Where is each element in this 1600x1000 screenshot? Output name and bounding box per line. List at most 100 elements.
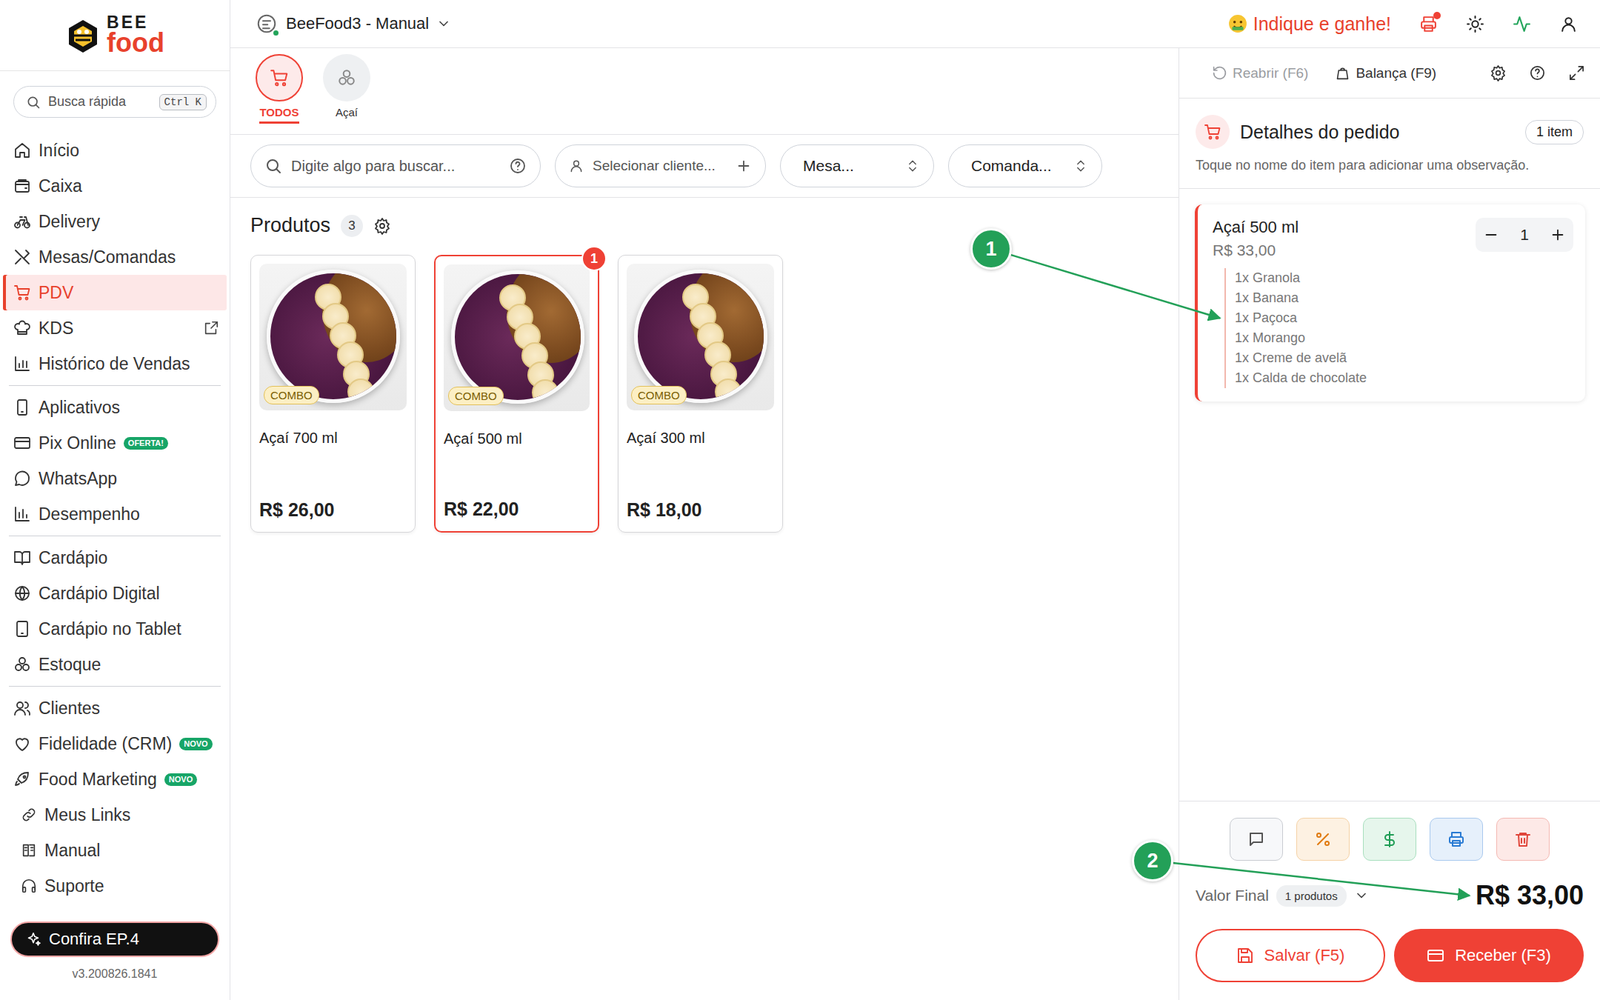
tab-select[interactable]: Comanda... <box>948 144 1103 188</box>
save-button[interactable]: Salvar (F5) <box>1195 928 1386 983</box>
referral-link[interactable]: Indique e ganhe! <box>1228 13 1392 35</box>
sidebar-item-label: Estoque <box>38 654 101 675</box>
cart-icon <box>13 283 32 302</box>
external-icon <box>202 320 220 337</box>
theme-button[interactable] <box>1465 14 1485 34</box>
client-select[interactable]: Selecionar cliente... <box>554 144 766 188</box>
sidebar-item[interactable]: Caixa <box>2 168 227 204</box>
sidebar-link-label: Meus Links <box>44 805 131 826</box>
toolbar-label: Balança (F9) <box>1355 65 1437 82</box>
sidebar-item[interactable]: Aplicativos <box>2 389 227 426</box>
print-button[interactable] <box>1429 817 1483 861</box>
gear-icon <box>373 217 392 235</box>
sun-icon <box>1465 14 1485 34</box>
discount-button[interactable] <box>1296 817 1350 861</box>
user-icon <box>1559 14 1578 34</box>
sidebar-item-label: Cardápio no Tablet <box>38 619 182 640</box>
total-label: Valor Final <box>1195 886 1269 905</box>
table-placeholder: Mesa... <box>802 157 897 175</box>
sidebar-item-label: PDV <box>38 282 74 303</box>
link-icon <box>20 806 38 823</box>
sidebar-item[interactable]: Cardápio no Tablet <box>2 611 227 647</box>
sidebar-item[interactable]: WhatsApp <box>2 460 227 497</box>
banana-slice <box>531 379 559 404</box>
sidebar-item[interactable]: PDV <box>2 274 227 311</box>
order-header: Detalhes do pedido1 itemToque no nome do… <box>1179 98 1600 189</box>
decrease-button[interactable] <box>1482 226 1500 243</box>
pos-main: TODOS Açaí Digite algo para buscar... Selec… <box>230 48 1179 1000</box>
toolbar-icons <box>1489 64 1586 82</box>
addon-item: 1x Paçoca <box>1224 308 1574 329</box>
product-card[interactable]: COMBOAçaí 700 mlR$ 26,00 <box>250 254 416 533</box>
sidebar-item[interactable]: KDS <box>2 310 227 346</box>
sidebar-item[interactable]: Histórico de Vendas <box>2 345 227 382</box>
increase-button[interactable] <box>1549 226 1566 243</box>
sidebar-item[interactable]: Desempenho <box>2 496 227 532</box>
user-button[interactable] <box>1559 14 1578 34</box>
product-search[interactable]: Digite algo para buscar... <box>250 144 541 188</box>
settings-button[interactable] <box>1489 64 1507 82</box>
promo-button[interactable]: Confira EP.4 <box>10 921 220 958</box>
phone-icon <box>13 398 32 417</box>
sidebar-badge: NOVO <box>164 773 198 786</box>
expand-icon <box>1568 64 1586 82</box>
order-item[interactable]: Açaí 500 mlR$ 33,0011x Granola1x Banana1… <box>1194 204 1586 402</box>
activity-button[interactable] <box>1512 14 1532 34</box>
sidebar-item[interactable]: Estoque <box>2 646 227 683</box>
category-tab[interactable]: Açaí <box>320 54 373 124</box>
toolbar-button[interactable]: Balança (F9) <box>1334 65 1437 82</box>
heart-icon <box>13 734 32 753</box>
wallet-icon <box>13 177 32 195</box>
app-version: v3.200826.1841 <box>0 967 230 981</box>
product-photo: COMBO <box>443 264 590 412</box>
cart-count-badge: 1 <box>581 245 607 272</box>
store-switcher[interactable]: BeeFood3 - Manual <box>254 11 452 36</box>
clear-button[interactable] <box>1496 817 1550 861</box>
product-card[interactable]: COMBOAçaí 500 mlR$ 22,001 <box>434 254 600 533</box>
receive-button[interactable]: Receber (F3) <box>1394 928 1584 983</box>
filter-bar: Digite algo para buscar... Selecionar cli… <box>230 134 1179 198</box>
expand-button[interactable] <box>1568 64 1586 82</box>
sidebar-link[interactable]: Manual <box>2 832 227 869</box>
sidebar-item[interactable]: Pix OnlineOFERTA! <box>2 425 227 461</box>
order-toolbar: Reabrir (F6)Balança (F9) <box>1179 48 1600 99</box>
sidebar-item[interactable]: Cardápio Digital <box>2 575 227 612</box>
sidebar-item[interactable]: Mesas/Comandas <box>2 239 227 275</box>
sidebar-item[interactable]: Início <box>2 132 227 169</box>
sidebar-link[interactable]: Suporte <box>2 868 227 904</box>
product-price: R$ 22,00 <box>443 498 590 523</box>
quantity-value: 1 <box>1520 225 1529 244</box>
product-price: R$ 18,00 <box>626 499 775 524</box>
annotation-arrow <box>1173 862 1470 896</box>
table-select[interactable]: Mesa... <box>780 144 935 188</box>
sidebar-item[interactable]: Delivery <box>2 203 227 240</box>
category-tab[interactable]: TODOS <box>253 54 306 124</box>
bookopen-icon <box>13 548 32 567</box>
quick-search[interactable]: Busca rápidaCtrl K <box>13 85 217 118</box>
order-count: 1 item <box>1525 120 1584 145</box>
sidebar-separator <box>0 531 230 540</box>
printer-button[interactable] <box>1419 14 1438 34</box>
surcharge-button[interactable] <box>1362 817 1417 861</box>
bee-logo-icon <box>65 17 101 54</box>
note-button[interactable] <box>1229 817 1283 861</box>
expand-total-button[interactable] <box>1354 888 1369 903</box>
sidebar-link[interactable]: Meus Links <box>2 797 227 833</box>
sidebar-item-label: Histórico de Vendas <box>38 354 191 375</box>
shortcut-key: Ctrl K <box>159 94 207 111</box>
help-button[interactable] <box>1528 64 1546 82</box>
order-item-name: Açaí 500 ml <box>1212 217 1299 238</box>
card-icon <box>13 434 32 452</box>
banana-slice <box>347 378 375 403</box>
sidebar-item[interactable]: Cardápio <box>2 540 227 576</box>
sidebar-item[interactable]: Fidelidade (CRM)NOVO <box>2 725 227 762</box>
tab-placeholder: Comanda... <box>971 157 1065 175</box>
settings-button[interactable] <box>373 217 392 235</box>
sparkles-icon <box>25 931 42 948</box>
sidebar-separator <box>0 381 230 390</box>
sidebar-item[interactable]: Clientes <box>2 690 227 726</box>
sidebar-item[interactable]: Food MarketingNOVO <box>2 761 227 798</box>
percent-icon <box>1314 830 1332 849</box>
brand-line: food <box>106 29 165 57</box>
product-card[interactable]: COMBOAçaí 300 mlR$ 18,00 <box>617 254 783 533</box>
